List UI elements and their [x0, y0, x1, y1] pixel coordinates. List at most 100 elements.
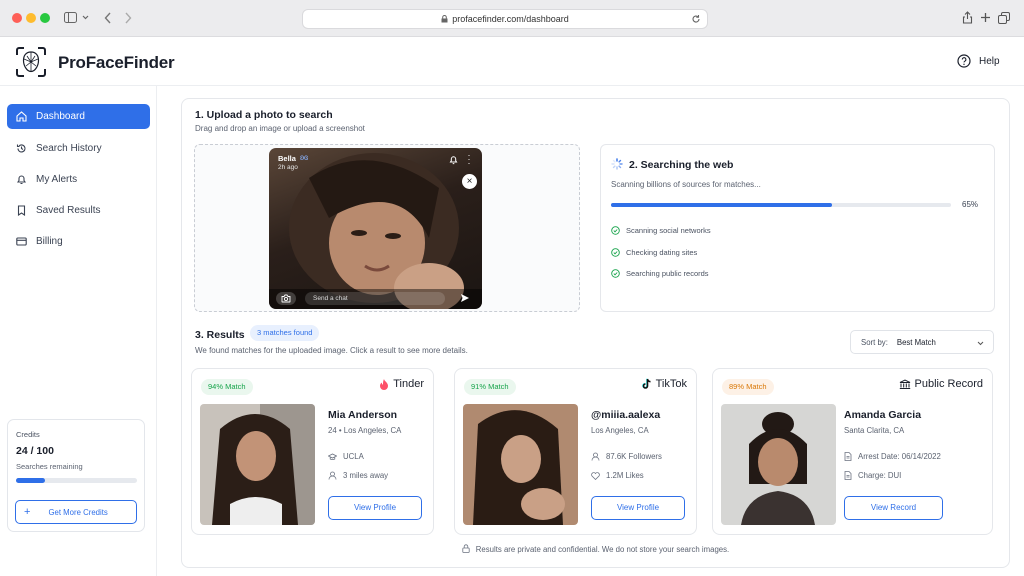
bookmark-icon: [17, 205, 26, 216]
main-panel: 1. Upload a photo to search Drag and dro…: [181, 98, 1010, 568]
more-options-icon[interactable]: · · ·: [467, 151, 471, 168]
story-user: Bella: [278, 154, 296, 163]
graduation-cap-icon: [328, 453, 337, 460]
brand-name: ProFaceFinder: [58, 53, 175, 72]
credits-title: Credits: [16, 430, 40, 439]
sort-dropdown[interactable]: Sort by: Best Match: [850, 330, 994, 354]
check-circle-icon: [611, 226, 620, 235]
back-icon[interactable]: [104, 12, 112, 24]
story-time: 2h ago: [278, 164, 298, 171]
minimize-window-button[interactable]: [26, 13, 36, 23]
view-profile-button[interactable]: View Profile: [591, 496, 685, 520]
upload-dropzone[interactable]: Bella ʚɞ 2h ago · · · × Send a chat: [194, 144, 580, 312]
zoom-window-button[interactable]: [40, 13, 50, 23]
get-more-credits-button[interactable]: + Get More Credits: [15, 500, 137, 524]
privacy-note: Results are private and confidential. We…: [182, 544, 1009, 554]
view-profile-button[interactable]: View Profile: [328, 496, 422, 520]
credits-value: 24 / 100: [16, 445, 54, 457]
meta-text: 87.6K Followers: [606, 452, 662, 461]
document-icon: [844, 452, 852, 461]
notification-bell-icon[interactable]: [449, 155, 458, 165]
close-window-button[interactable]: [12, 13, 22, 23]
bell-icon: [16, 175, 27, 185]
matches-count-badge: 3 matches found: [250, 325, 320, 341]
match-photo-amanda-garcia: [721, 404, 836, 525]
tinder-flame-icon: [380, 379, 389, 390]
meta-text: UCLA: [343, 452, 364, 461]
uploaded-photo: Bella ʚɞ 2h ago · · · × Send a chat: [269, 148, 482, 309]
sidebar-item-billing[interactable]: Billing: [7, 229, 150, 254]
sidebar-item-label: Billing: [36, 236, 63, 247]
result-card-public-record[interactable]: 89% Match Public Record Amanda Garcia Sa…: [712, 368, 993, 535]
match-charge: Charge: DUI: [844, 471, 901, 480]
profile-photo: [200, 404, 315, 525]
match-photo-mia-anderson: [200, 404, 315, 525]
match-photo-miiia-aalexa: [463, 404, 578, 525]
get-more-credits-label: Get More Credits: [48, 507, 108, 517]
platform-label: TikTok: [641, 378, 687, 390]
credits-bar: [16, 478, 137, 483]
share-icon[interactable]: [962, 11, 973, 24]
match-location: Santa Clarita, CA: [844, 426, 905, 435]
sidebar-item-my-alerts[interactable]: My Alerts: [7, 167, 150, 192]
uploaded-face-photo: [289, 153, 464, 309]
results-title: 3. Results: [195, 329, 245, 341]
meta-text: 3 miles away: [343, 471, 389, 480]
match-distance: 3 miles away: [328, 471, 388, 480]
heart-icon: [591, 471, 600, 480]
sidebar-item-search-history[interactable]: Search History: [7, 136, 150, 161]
card-icon: [16, 237, 27, 246]
result-card-tiktok[interactable]: 91% Match TikTok @miiia.aalexa Los Angel…: [454, 368, 697, 535]
help-icon: [957, 54, 971, 68]
check-circle-icon: [611, 269, 620, 278]
platform-name: TikTok: [655, 378, 687, 390]
match-arrest-date: Arrest Date: 06/14/2022: [844, 452, 941, 461]
platform-name: Tinder: [393, 378, 424, 390]
sidebar-item-label: My Alerts: [36, 174, 78, 185]
tiktok-icon: [641, 378, 651, 389]
match-name: @miiia.aalexa: [591, 409, 661, 421]
tabs-overview-icon[interactable]: [998, 12, 1010, 24]
match-badge: 89% Match: [722, 379, 774, 395]
send-icon[interactable]: [460, 293, 470, 303]
result-card-tinder[interactable]: 94% Match Tinder Mia Anderson 24 • Los A…: [191, 368, 434, 535]
new-tab-icon[interactable]: [980, 12, 991, 23]
match-name: Amanda Garcia: [844, 409, 922, 421]
match-school: UCLA: [328, 452, 364, 461]
search-title: 2. Searching the web: [629, 159, 734, 171]
sidebar-item-saved-results[interactable]: Saved Results: [7, 198, 150, 223]
user-icon: [328, 471, 337, 480]
home-icon: [16, 111, 27, 122]
sidebar-item-label: Dashboard: [36, 111, 85, 122]
meta-text: Charge: DUI: [858, 471, 902, 480]
sidebar-item-dashboard[interactable]: Dashboard: [7, 104, 150, 129]
app: ProFaceFinder Help Dashboard Search Hist…: [0, 37, 1024, 576]
remove-photo-button[interactable]: ×: [462, 174, 477, 189]
match-location: Los Angeles, CA: [591, 426, 649, 435]
platform-label: Tinder: [379, 378, 424, 390]
match-badge: 91% Match: [464, 379, 516, 395]
sidebar: Dashboard Search History My Alerts Saved…: [0, 86, 157, 576]
chevron-down-icon: [977, 341, 984, 346]
sort-label: Sort by:: [861, 337, 888, 347]
browser-toolbar: profacefinder.com/dashboard: [0, 0, 1024, 37]
platform-label: Public Record: [899, 378, 983, 390]
reload-icon[interactable]: [691, 14, 701, 24]
step-label: Scanning social networks: [626, 226, 711, 235]
chevron-down-icon[interactable]: [82, 15, 89, 20]
profile-photo: [721, 404, 836, 525]
search-progress-label: 65%: [962, 200, 979, 209]
step-social-networks: Scanning social networks: [611, 226, 711, 235]
privacy-text: Results are private and confidential. We…: [475, 545, 730, 554]
send-chat-input[interactable]: Send a chat: [305, 292, 445, 305]
profile-photo: [463, 404, 578, 525]
user-icon: [591, 452, 600, 461]
view-record-button[interactable]: View Record: [844, 496, 943, 520]
help-button[interactable]: Help: [957, 54, 1000, 68]
camera-icon[interactable]: [276, 292, 296, 305]
step-public-records: Searching public records: [611, 269, 709, 278]
forward-icon[interactable]: [124, 12, 132, 24]
sidebar-toggle-icon[interactable]: [64, 12, 77, 23]
face-scan-logo-icon: [16, 47, 46, 77]
address-bar[interactable]: profacefinder.com/dashboard: [302, 9, 708, 29]
